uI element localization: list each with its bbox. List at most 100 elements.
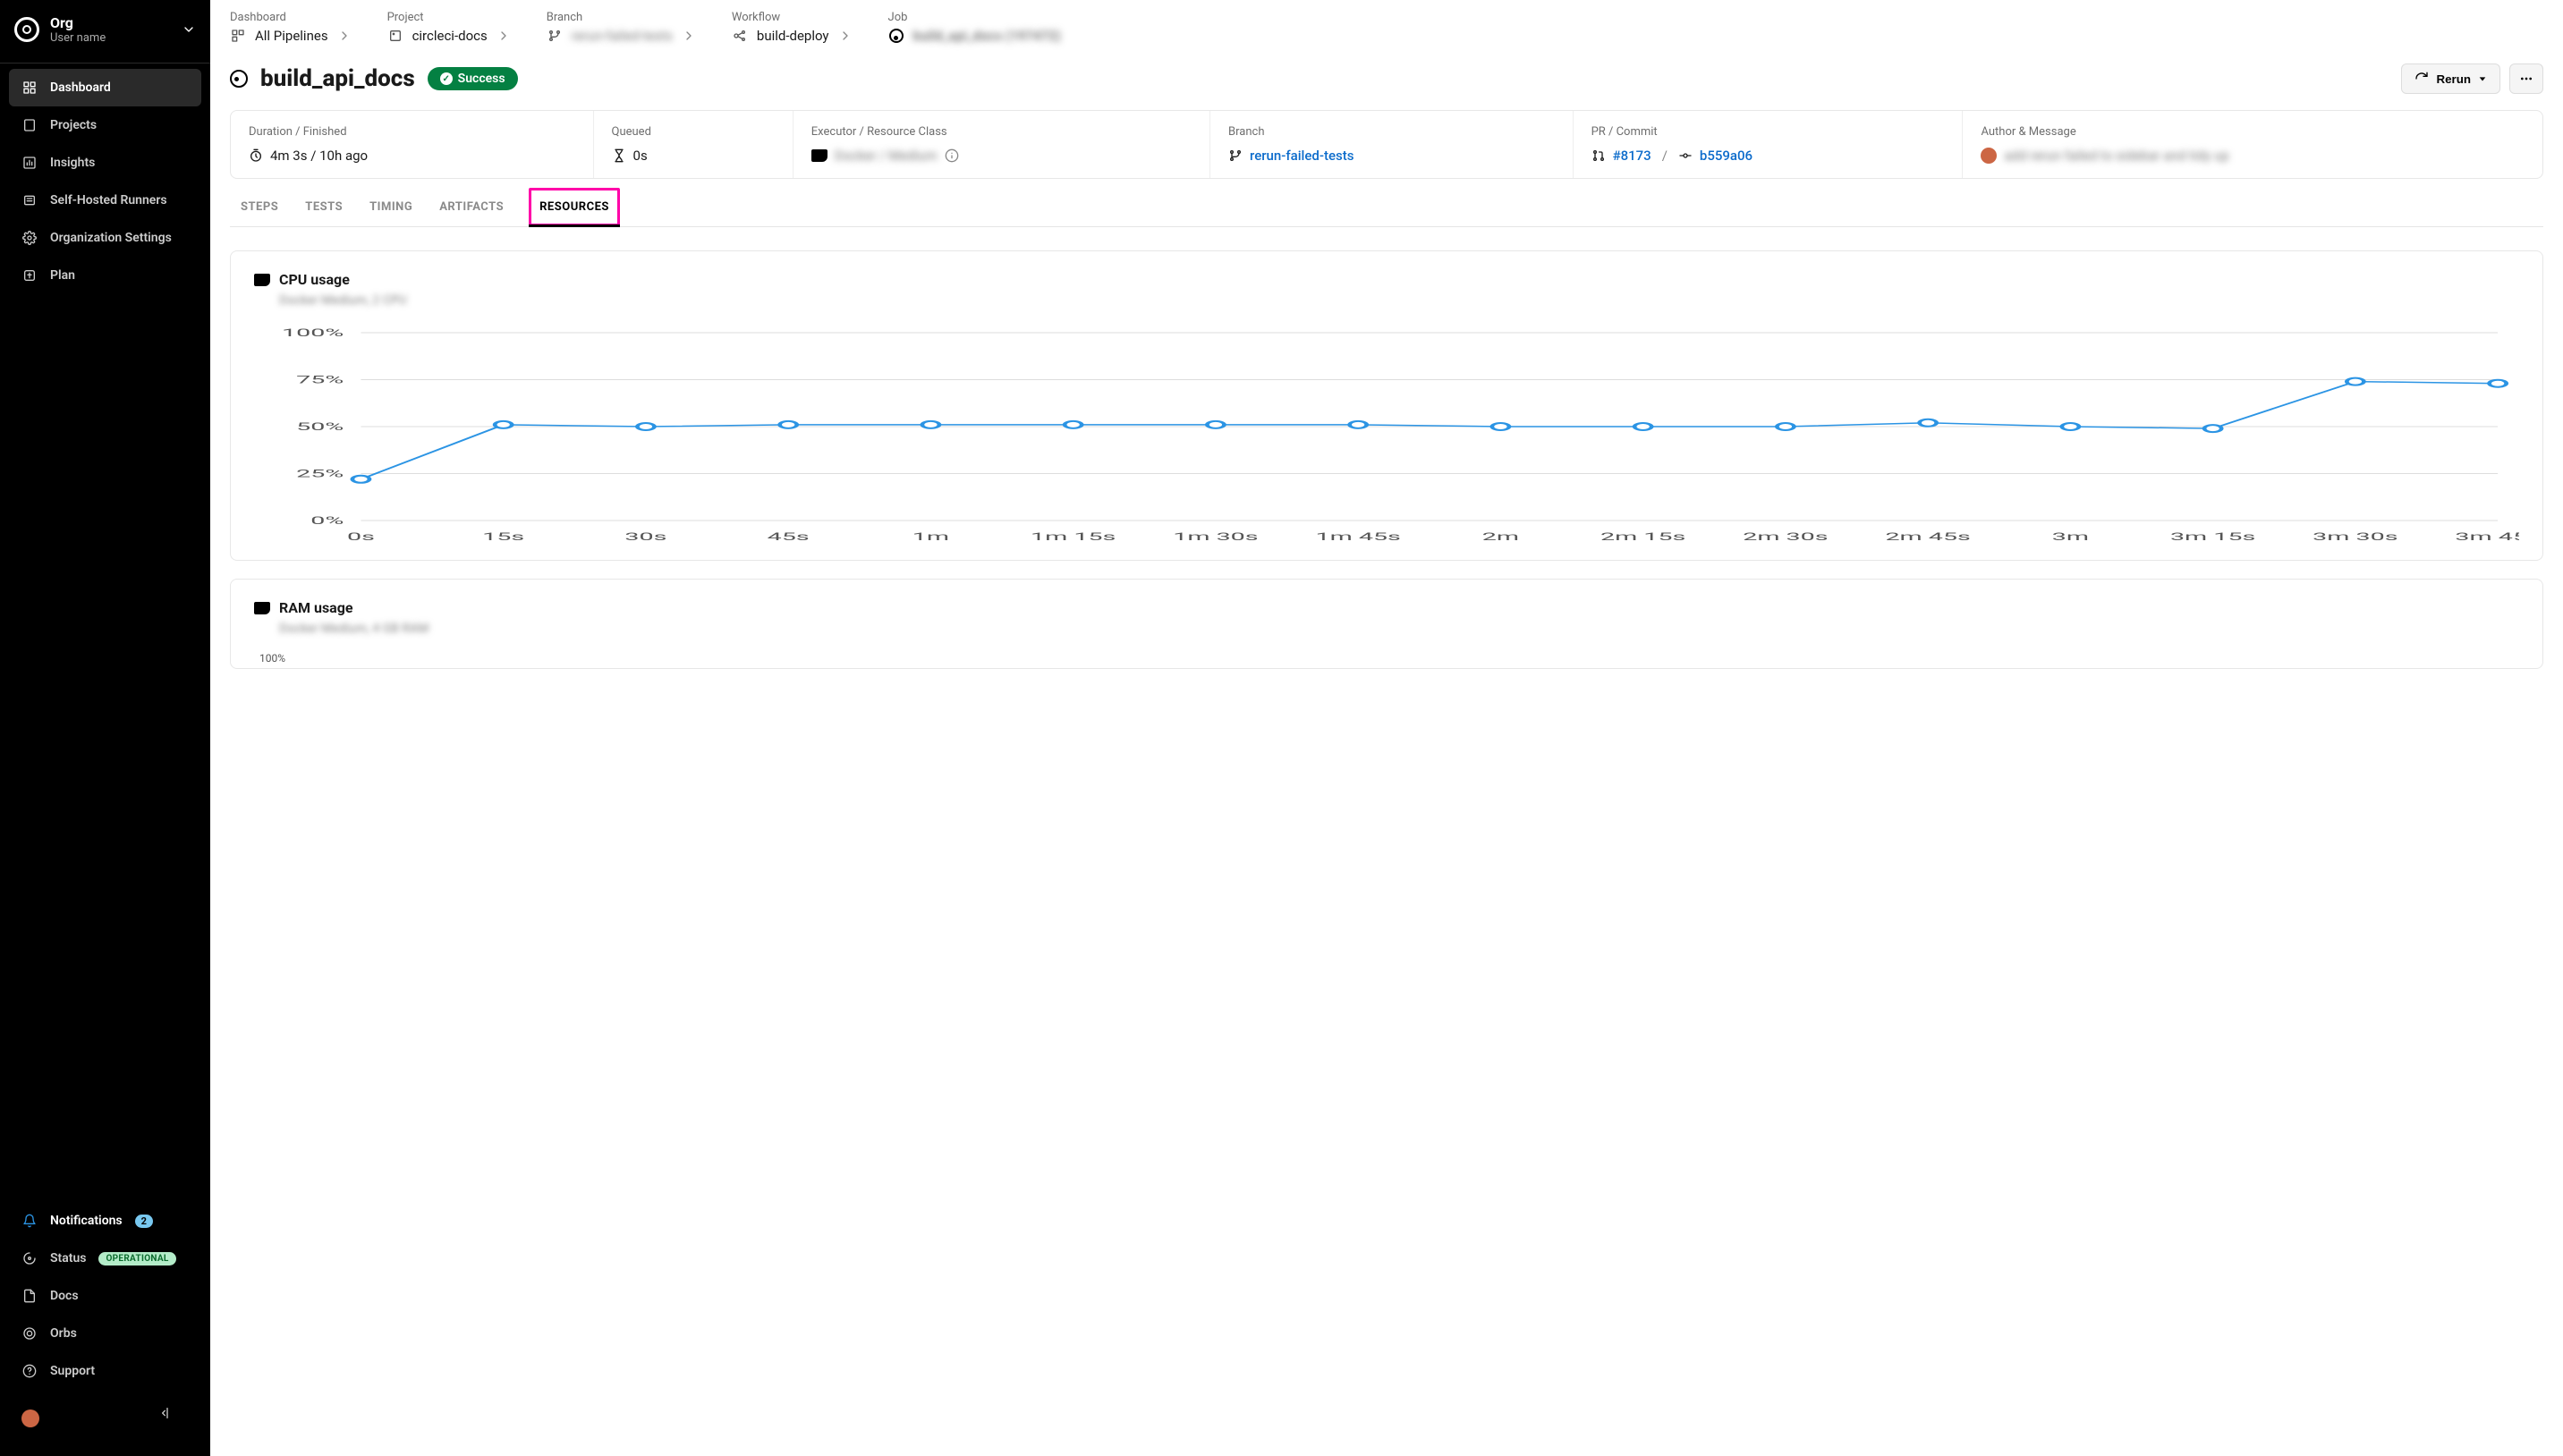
tab-timing[interactable]: TIMING	[368, 188, 414, 226]
commit-link[interactable]: b559a06	[1700, 148, 1753, 164]
check-icon: ✓	[440, 72, 453, 85]
main-content: Dashboard All Pipelines Project circleci…	[210, 0, 2563, 1456]
projects-icon	[21, 117, 38, 133]
runners-icon	[21, 192, 38, 208]
svg-text:3m 15s: 3m 15s	[2170, 531, 2255, 544]
sidebar-item-orbs[interactable]: Orbs	[9, 1315, 201, 1352]
meta-label: PR / Commit	[1591, 125, 1945, 139]
meta-value: Docker / Medium	[835, 148, 938, 164]
hourglass-icon	[612, 148, 626, 163]
more-actions-button[interactable]	[2509, 63, 2543, 94]
notifications-badge: 2	[135, 1215, 153, 1228]
insights-icon	[21, 155, 38, 171]
collapse-sidebar-icon[interactable]	[142, 1401, 189, 1436]
tab-steps[interactable]: STEPS	[239, 188, 280, 226]
svg-text:1m 45s: 1m 45s	[1315, 531, 1400, 544]
rerun-icon	[2414, 72, 2429, 86]
cpu-chart: 0%25%50%75%100%0s15s30s45s1m1m 15s1m 30s…	[254, 324, 2519, 547]
user-name: User name	[50, 31, 182, 45]
dots-icon	[2519, 72, 2533, 86]
avatar-icon	[21, 1409, 39, 1427]
ram-usage-card: RAM usage Docker Medium, 4 GB RAM 100%	[230, 579, 2543, 669]
svg-text:3m: 3m	[2052, 531, 2089, 544]
crumb-label: Project	[387, 11, 511, 24]
docker-icon	[254, 602, 270, 614]
branch-link[interactable]: rerun-failed-tests	[1250, 148, 1354, 164]
sidebar-item-label: Docs	[50, 1289, 79, 1303]
svg-text:3m 45s: 3m 45s	[2455, 531, 2519, 544]
sidebar-item-dashboard[interactable]: Dashboard	[9, 69, 201, 106]
dashboard-icon	[21, 80, 38, 96]
svg-text:45s: 45s	[768, 531, 810, 544]
svg-text:1m 15s: 1m 15s	[1031, 531, 1116, 544]
svg-text:1m 30s: 1m 30s	[1173, 531, 1258, 544]
sidebar-item-label: Plan	[50, 268, 75, 283]
job-metadata-panel: Duration / Finished 4m 3s / 10h ago Queu…	[230, 110, 2543, 179]
docker-icon	[811, 149, 827, 162]
pr-link[interactable]: #8173	[1613, 148, 1651, 164]
meta-label: Queued	[612, 125, 775, 139]
project-icon	[387, 28, 403, 44]
sidebar-item-label: Support	[50, 1364, 95, 1378]
crumb-label: Branch	[547, 11, 696, 24]
svg-text:25%: 25%	[296, 468, 344, 480]
crumb-workflow[interactable]: build-deploy	[757, 28, 829, 44]
svg-text:100%: 100%	[282, 327, 344, 340]
orbs-icon	[21, 1325, 38, 1342]
sidebar-item-support[interactable]: Support	[9, 1352, 201, 1390]
sidebar-item-org-settings[interactable]: Organization Settings	[9, 219, 201, 257]
sidebar-item-user[interactable]	[9, 1390, 201, 1447]
svg-text:30s: 30s	[624, 531, 666, 544]
status-badge: OPERATIONAL	[98, 1252, 175, 1266]
tab-tests[interactable]: TESTS	[303, 188, 344, 226]
tab-artifacts[interactable]: ARTIFACTS	[437, 188, 505, 226]
svg-text:2m 30s: 2m 30s	[1743, 531, 1828, 544]
sidebar-item-label: Status	[50, 1251, 86, 1266]
tab-resources[interactable]: RESOURCES	[529, 188, 620, 226]
card-title: RAM usage	[279, 599, 353, 616]
sidebar-item-label: Insights	[50, 156, 95, 170]
sidebar-bottom: Notifications 2 Status OPERATIONAL Docs …	[0, 1193, 210, 1456]
sidebar: Org User name Dashboard Projects Insight…	[0, 0, 210, 1456]
meta-value: 0s	[633, 148, 648, 164]
breadcrumbs: Dashboard All Pipelines Project circleci…	[230, 11, 2543, 44]
chevron-right-icon	[838, 29, 853, 43]
sidebar-item-plan[interactable]: Plan	[9, 257, 201, 294]
sidebar-nav: Dashboard Projects Insights Self-Hosted …	[0, 63, 210, 1193]
svg-text:0%: 0%	[310, 515, 344, 528]
meta-label: Duration / Finished	[249, 125, 575, 139]
sidebar-item-label: Self-Hosted Runners	[50, 193, 167, 207]
help-icon	[21, 1363, 38, 1379]
sidebar-item-runners[interactable]: Self-Hosted Runners	[9, 182, 201, 219]
crumb-dashboard[interactable]: All Pipelines	[255, 28, 328, 44]
meta-label: Branch	[1228, 125, 1555, 139]
info-icon[interactable]	[945, 148, 959, 163]
crumb-project[interactable]: circleci-docs	[412, 28, 488, 44]
branch-icon	[547, 28, 563, 44]
sidebar-item-notifications[interactable]: Notifications 2	[9, 1202, 201, 1240]
settings-icon	[21, 230, 38, 246]
sidebar-item-docs[interactable]: Docs	[9, 1277, 201, 1315]
svg-text:2m 15s: 2m 15s	[1600, 531, 1685, 544]
sidebar-item-insights[interactable]: Insights	[9, 144, 201, 182]
rerun-button[interactable]: Rerun	[2401, 63, 2500, 94]
commit-icon	[1678, 148, 1693, 163]
svg-text:15s: 15s	[482, 531, 524, 544]
author-avatar-icon	[1981, 148, 1997, 164]
job-icon	[888, 28, 904, 44]
sidebar-item-status[interactable]: Status OPERATIONAL	[9, 1240, 201, 1277]
chevron-right-icon	[496, 29, 511, 43]
svg-text:0s: 0s	[347, 531, 375, 544]
org-switcher[interactable]: Org User name	[0, 0, 210, 63]
cpu-usage-card: CPU usage Docker Medium, 2 CPU 0%25%50%7…	[230, 250, 2543, 561]
sidebar-item-projects[interactable]: Projects	[9, 106, 201, 144]
crumb-branch[interactable]: rerun-failed-tests	[572, 28, 673, 44]
crumb-label: Job	[888, 11, 1061, 24]
docker-icon	[254, 274, 270, 286]
crumb-label: Workflow	[732, 11, 853, 24]
sidebar-item-label: Orbs	[50, 1326, 77, 1341]
svg-text:2m: 2m	[1482, 531, 1519, 544]
pipelines-icon	[230, 28, 246, 44]
workflow-icon	[732, 28, 748, 44]
job-name: build_api_docs	[260, 65, 415, 92]
